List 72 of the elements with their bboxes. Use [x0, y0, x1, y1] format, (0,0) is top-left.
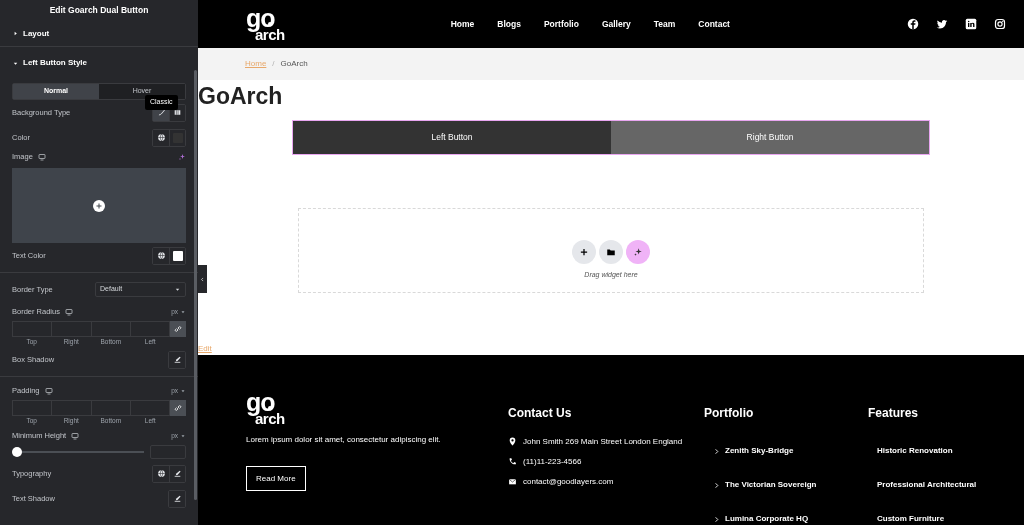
caret-down-icon — [180, 388, 186, 394]
sparkle-icon — [178, 153, 186, 161]
nav-link[interactable]: Portfolio — [543, 17, 579, 31]
contact-text: (11)11-223-4566 — [523, 455, 582, 468]
nav-link[interactable]: Home — [450, 17, 475, 31]
color-swatch[interactable] — [172, 250, 183, 261]
number-input[interactable] — [129, 400, 170, 416]
footer-heading: Portfolio — [704, 405, 755, 422]
scrollbar[interactable] — [194, 70, 197, 500]
read-more-button[interactable]: Read More — [246, 466, 306, 491]
brush-icon — [156, 108, 166, 117]
plus-icon — [579, 247, 589, 258]
breadcrumb-current: GoArch — [280, 58, 308, 70]
pencil-icon — [172, 355, 182, 364]
number-input[interactable] — [129, 321, 170, 337]
folder-icon — [606, 247, 616, 258]
bird-icon[interactable] — [936, 18, 948, 30]
caret-down-icon — [180, 433, 186, 439]
instagram-icon[interactable] — [994, 18, 1006, 30]
panel-title: Edit Goarch Dual Button — [48, 4, 150, 18]
caret-down-icon — [180, 309, 186, 315]
page-title: GoArch — [198, 82, 283, 111]
caret-down-icon — [174, 286, 181, 293]
footer-link[interactable]: Lumina Corporate HQ — [725, 513, 809, 525]
icon-button[interactable] — [169, 351, 185, 368]
nav-link[interactable]: Team — [653, 17, 676, 31]
footer-link[interactable]: Zenith Sky-Bridge — [725, 445, 794, 457]
nav-link[interactable]: Blogs — [497, 17, 521, 31]
add-icon — [93, 199, 105, 212]
sparkle-icon — [633, 247, 643, 258]
link-icon — [174, 404, 182, 412]
footer-about: Lorem ipsum dolor sit amet, consectetur adipiscing elit. — [246, 434, 442, 446]
icon-button[interactable] — [169, 490, 185, 507]
footer-link[interactable]: The Victorian Sovereign — [725, 479, 817, 491]
location-pin-icon — [508, 437, 517, 446]
globe-icon — [156, 133, 166, 142]
chevron-right-icon — [713, 447, 720, 455]
footer-heading: Features — [868, 405, 920, 422]
contact-text: John Smith 269 Main Street London England — [523, 435, 683, 448]
phone-icon — [508, 457, 517, 466]
add-button[interactable] — [572, 240, 596, 265]
template-button[interactable] — [599, 240, 623, 265]
nav-link[interactable]: Contact — [698, 17, 730, 31]
gradient-icon — [173, 108, 182, 117]
envelope-icon — [508, 477, 517, 486]
link-toggle-button[interactable] — [170, 321, 186, 337]
globe-icon — [156, 251, 166, 260]
nav-link[interactable]: Gallery — [601, 17, 631, 31]
pencil-icon — [173, 469, 182, 478]
link-toggle-button[interactable] — [170, 400, 186, 416]
chevron-right-icon — [713, 515, 720, 523]
contact-text: contact@goodlayers.com — [523, 475, 614, 488]
chevron-right-icon — [713, 481, 720, 489]
link-icon — [174, 325, 182, 333]
footer-heading: Contact Us — [508, 405, 573, 422]
left-button[interactable]: Left Button — [293, 121, 611, 154]
linkedin-icon[interactable] — [965, 18, 977, 30]
section-header[interactable]: Left Button Style — [0, 49, 198, 77]
pencil-icon — [172, 494, 182, 503]
footer-link[interactable]: Historic Renovation — [877, 445, 953, 457]
breadcrumb-separator: / — [272, 58, 275, 70]
right-button[interactable]: Right Button — [611, 121, 929, 154]
footer-link[interactable]: Custom Furniture — [877, 513, 945, 525]
chevron-left-icon — [200, 276, 205, 282]
footer-logo[interactable]: go arch — [246, 392, 285, 425]
icon-button[interactable] — [169, 465, 185, 482]
site-logo[interactable]: go arch — [246, 7, 285, 41]
facebook-icon[interactable] — [907, 18, 919, 30]
slider-thumb[interactable] — [12, 447, 22, 457]
slider-track[interactable] — [12, 447, 144, 457]
footer-link[interactable]: Professional Architectural — [877, 479, 977, 491]
globe-icon — [156, 469, 166, 478]
